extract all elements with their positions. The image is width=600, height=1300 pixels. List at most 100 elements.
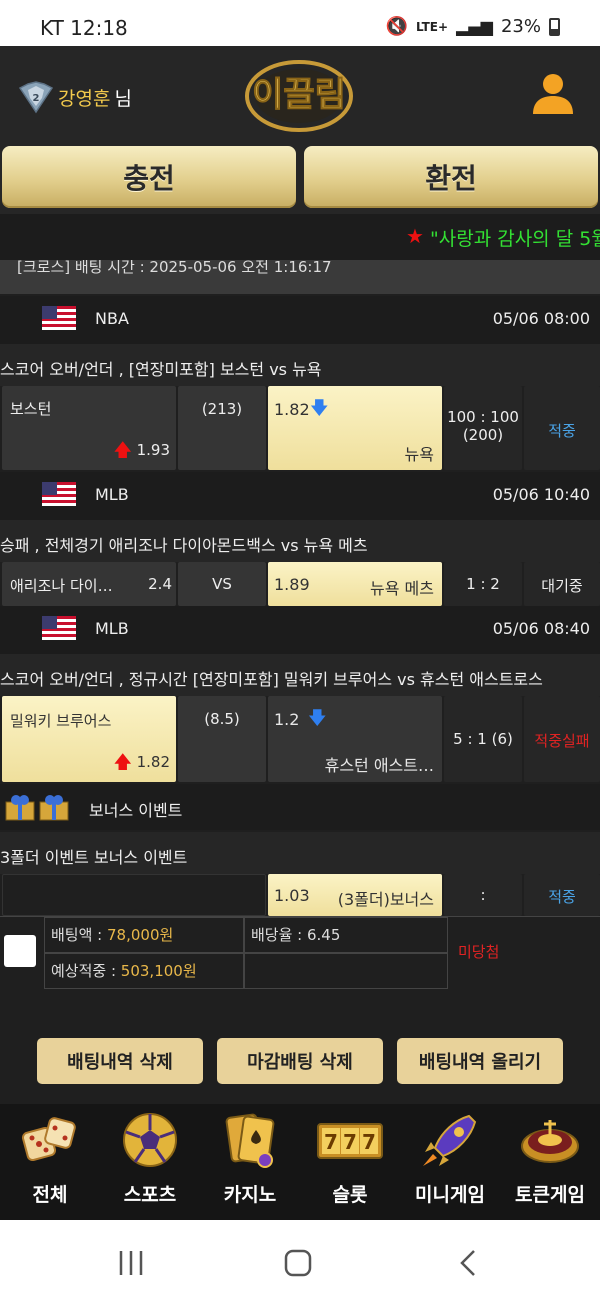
money-button-bar: 충전 환전	[0, 144, 600, 214]
home-odds: 2.4	[148, 575, 172, 593]
nav-item-sports[interactable]: 스포츠	[100, 1110, 200, 1214]
us-flag-icon	[42, 482, 76, 506]
recent-apps-icon[interactable]	[116, 1248, 146, 1278]
vs-label: VS	[212, 575, 232, 593]
result-cell: 적중	[524, 386, 600, 470]
nav-item-minigame[interactable]: 미니게임	[400, 1110, 500, 1214]
arrow-up-icon: 🡅	[113, 752, 132, 773]
empty-summary-cell	[244, 953, 448, 989]
bonus-label: 보너스 이벤트	[89, 801, 183, 820]
result-cell: 적중실패	[524, 696, 600, 782]
expected-cell: 예상적중 : 503,100원	[44, 953, 244, 989]
away-odds: 1.2	[274, 710, 300, 729]
rocket-icon	[423, 1114, 477, 1166]
battery-label: 23%	[500, 16, 541, 37]
back-icon[interactable]	[454, 1248, 484, 1278]
signal-icon: ▂▄▆	[456, 17, 493, 36]
cards-icon	[225, 1113, 275, 1168]
svg-text:7: 7	[362, 1130, 376, 1154]
away-odds: 1.89	[274, 575, 310, 594]
nav-label: 카지노	[223, 1184, 277, 1206]
home-team-name: 보스턴	[10, 400, 52, 418]
soccer-ball-icon	[123, 1113, 177, 1167]
bet-time-text: [크로스] 배팅 시간 : 2025-05-06 오전 1:16:17	[17, 260, 332, 276]
score-cell: 1 : 2	[444, 562, 522, 606]
score-line: :	[480, 886, 486, 904]
nav-item-all[interactable]: 전체	[0, 1110, 100, 1214]
nav-item-casino[interactable]: 카지노	[200, 1110, 300, 1214]
away-team-name: 휴스턴 애스트…	[324, 756, 434, 775]
profile-icon[interactable]	[530, 70, 576, 116]
network-label: LTE+	[415, 19, 449, 34]
league-row: MLB 05/06 08:40	[0, 606, 600, 654]
rank-badge-icon: 2	[18, 81, 54, 114]
dice-icon	[21, 1117, 76, 1162]
nav-label: 슬롯	[332, 1184, 368, 1206]
home-team-name: 애리조나 다이…	[10, 577, 113, 595]
slot-777-icon: 7 7 7	[317, 1123, 383, 1159]
nav-item-slot[interactable]: 7 7 7 슬롯	[300, 1110, 400, 1214]
away-team-cell[interactable]: 1.82 🡇 뉴욕	[268, 386, 442, 470]
bonus-row: 보너스 이벤트	[0, 784, 600, 830]
charge-button[interactable]: 충전	[2, 146, 296, 208]
nav-item-token-game[interactable]: 토큰게임	[500, 1110, 600, 1214]
empty-cell	[2, 874, 266, 916]
result-cell: 적중	[524, 874, 600, 916]
svg-text:7: 7	[343, 1130, 357, 1154]
handicap-value: (213)	[201, 400, 243, 418]
league-row: MLB 05/06 10:40	[0, 472, 600, 520]
home-team-cell[interactable]: 밀워키 브루어스 🡅 1.82	[2, 696, 176, 782]
user-suffix: 님	[114, 87, 132, 110]
score-cell: 100 : 100 (200)	[444, 386, 522, 470]
home-team-name: 밀워키 브루어스	[10, 712, 112, 730]
status-icons: 🔇 LTE+ ▂▄▆ 23%	[386, 16, 560, 37]
bonus-odds-cell[interactable]: 1.03 (3폴더)보너스	[268, 874, 442, 916]
user-info[interactable]: 2 강영훈 님	[18, 80, 132, 114]
score-total: (200)	[462, 426, 504, 444]
away-team-name: 뉴욕 메츠	[370, 579, 434, 598]
match-datetime: 05/06 08:40	[492, 619, 590, 638]
logo-text: 이끌림	[252, 75, 346, 115]
arrow-up-icon: 🡅	[113, 440, 132, 461]
league-name: MLB	[95, 619, 129, 638]
bet-history-panel: [크로스] 배팅 시간 : 2025-05-06 오전 1:16:17 NBA …	[0, 260, 600, 1000]
select-checkbox[interactable]	[4, 935, 36, 967]
nav-label: 토큰게임	[515, 1184, 585, 1206]
score-cell: :	[444, 874, 522, 916]
arrow-down-icon: 🡇	[310, 398, 329, 419]
bet-slip-header: [크로스] 배팅 시간 : 2025-05-06 오전 1:16:17	[0, 260, 600, 294]
bet-summary: 배팅액 : 78,000원 배당율 : 6.45 예상적중 : 503,100원…	[0, 916, 600, 990]
score-cell: 5 : 1 (6)	[444, 696, 522, 782]
bet-amount: 78,000원	[107, 926, 174, 944]
notice-ticker[interactable]: ★ "사랑과 감사의 달 5월	[0, 214, 600, 260]
status-bar: KT 12:18 🔇 LTE+ ▂▄▆ 23%	[0, 0, 600, 46]
delete-history-button[interactable]: 배팅내역 삭제	[37, 1038, 203, 1084]
system-nav-bar	[0, 1220, 600, 1300]
score-line: 1 : 2	[466, 575, 500, 593]
brand-logo[interactable]: 이끌림	[240, 54, 358, 134]
match-datetime: 05/06 10:40	[492, 485, 590, 504]
star-icon: ★	[406, 224, 424, 248]
away-team-cell[interactable]: 1.89 뉴욕 메츠	[268, 562, 442, 606]
exchange-button[interactable]: 환전	[304, 146, 598, 208]
home-icon[interactable]	[283, 1248, 313, 1278]
handicap-cell: (8.5)	[178, 696, 266, 782]
mute-icon: 🔇	[385, 16, 408, 37]
delete-closed-button[interactable]: 마감배팅 삭제	[217, 1038, 383, 1084]
bet-row: 밀워키 브루어스 🡅 1.82 (8.5) 1.2 🡇 휴스턴 애스트… 5 :…	[0, 696, 600, 782]
home-team-cell[interactable]: 보스턴 🡅 1.93	[2, 386, 176, 470]
home-team-cell[interactable]: 애리조나 다이… 2.4	[2, 562, 176, 606]
home-odds: 1.93	[136, 441, 170, 459]
bet-amount-cell: 배팅액 : 78,000원	[44, 917, 244, 953]
odds-rate: 6.45	[307, 926, 341, 944]
bonus-bet-row: 1.03 (3폴더)보너스 : 적중	[0, 874, 600, 916]
score-line: 5 : 1 (6)	[453, 730, 513, 748]
bet-status: 미당첨	[458, 943, 500, 961]
upload-history-button[interactable]: 배팅내역 올리기	[397, 1038, 563, 1084]
odds-rate-cell: 배당율 : 6.45	[244, 917, 448, 953]
match-title: 스코어 오버/언더 , 정규시간 [연장미포함] 밀워키 브루어스 vs 휴스턴…	[0, 654, 600, 696]
user-name: 강영훈	[58, 87, 111, 110]
away-team-cell[interactable]: 1.2 🡇 휴스턴 애스트…	[268, 696, 442, 782]
app-header: 2 강영훈 님 이끌림	[0, 46, 600, 144]
nav-label: 스포츠	[123, 1184, 177, 1206]
